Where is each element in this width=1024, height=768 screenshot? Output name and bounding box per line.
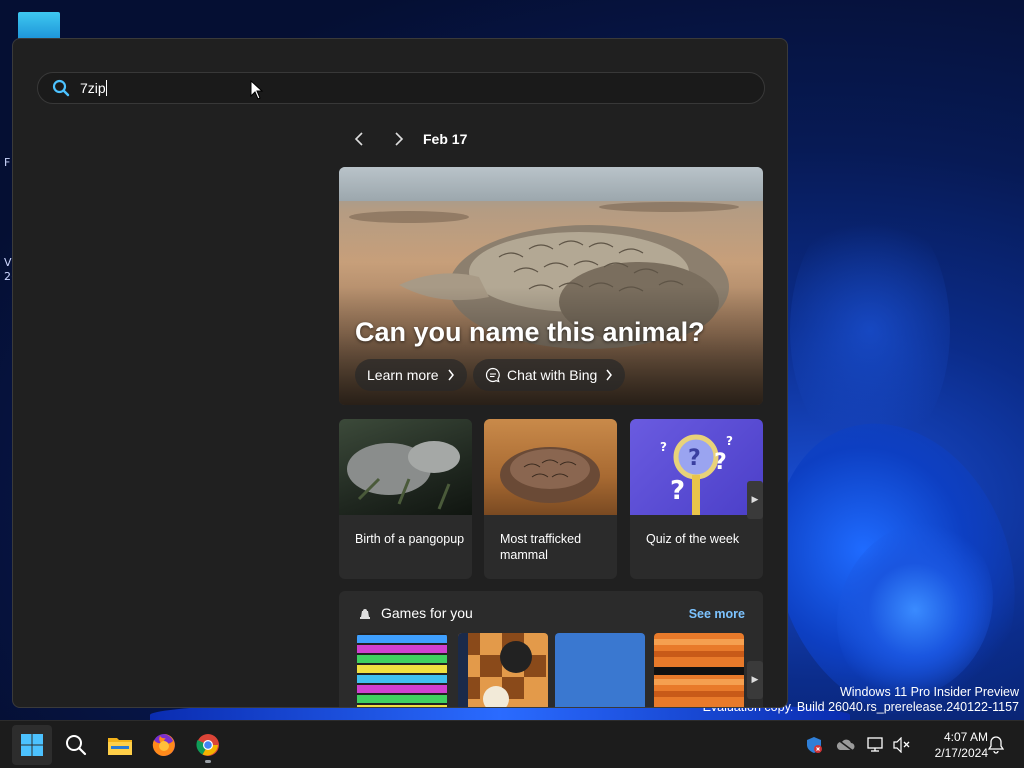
onedrive-icon xyxy=(836,738,855,752)
desktop-label-edge: F xyxy=(4,156,11,169)
notification-bell-icon xyxy=(988,736,1004,754)
defender-icon xyxy=(807,737,822,753)
search-icon xyxy=(66,735,87,756)
svg-text:?: ? xyxy=(688,446,701,471)
hero-title: Can you name this animal? xyxy=(355,317,705,347)
game-tile[interactable] xyxy=(555,633,645,707)
triangle-right-icon: ▶ xyxy=(751,675,759,685)
wallpaper-bloom xyxy=(790,200,950,460)
defender-tray-button[interactable] xyxy=(804,735,824,755)
story-card[interactable]: ? ? ? ? ? Quiz of the week xyxy=(630,419,763,579)
chrome-icon xyxy=(196,734,219,756)
games-icon xyxy=(360,609,370,619)
pangopup-image xyxy=(347,441,460,510)
system-clock[interactable]: 4:07 AM 2/17/2024 xyxy=(916,729,988,761)
volume-tray-button[interactable] xyxy=(892,735,912,755)
chat-icon xyxy=(485,367,500,383)
chevron-left-icon xyxy=(354,132,363,146)
story-card[interactable]: Most trafficked mammal xyxy=(484,419,617,579)
learn-more-label: Learn more xyxy=(367,367,439,383)
game-thumbnail xyxy=(357,633,447,707)
game-thumbnail xyxy=(654,633,744,707)
games-scroll-right-button[interactable]: ▶ xyxy=(747,661,763,699)
learn-more-button[interactable]: Learn more xyxy=(355,359,467,391)
story-cards: Birth of a pangopup Most trafficked mamm… xyxy=(339,419,763,579)
volume-icon xyxy=(893,737,910,753)
story-caption: Most trafficked mammal xyxy=(500,532,582,562)
firefox-button[interactable] xyxy=(144,725,184,765)
see-more-link[interactable]: See more xyxy=(689,607,745,621)
firefox-icon xyxy=(152,734,175,756)
curled-pangolin-image xyxy=(500,447,600,503)
game-thumbnail xyxy=(458,633,548,707)
cards-scroll-right-button[interactable]: ▶ xyxy=(747,481,763,519)
taskbar: 4:07 AM 2/17/2024 xyxy=(0,720,1024,768)
text-caret xyxy=(105,80,107,96)
story-thumbnail xyxy=(339,419,472,515)
search-icon xyxy=(52,79,70,97)
clock-time: 4:07 AM xyxy=(943,730,988,744)
svg-text:?: ? xyxy=(726,434,733,448)
chat-with-bing-label: Chat with Bing xyxy=(507,367,598,383)
mouse-cursor-icon xyxy=(250,80,264,100)
file-explorer-icon xyxy=(108,738,132,755)
chrome-button[interactable] xyxy=(188,725,228,765)
file-explorer-button[interactable] xyxy=(100,725,140,765)
story-caption: Quiz of the week xyxy=(646,532,740,546)
story-thumbnail: ? ? ? ? ? xyxy=(630,419,763,515)
search-panel: 7zip Feb 17 Can you name this animal? Le… xyxy=(12,38,788,708)
svg-text:?: ? xyxy=(670,476,685,506)
next-day-button[interactable] xyxy=(379,127,419,151)
date-label: Feb 17 xyxy=(423,131,468,147)
start-icon xyxy=(21,734,43,756)
story-caption: Birth of a pangopup xyxy=(355,532,465,546)
network-tray-button[interactable] xyxy=(866,735,886,755)
chat-with-bing-button[interactable]: Chat with Bing xyxy=(473,359,626,391)
triangle-right-icon: ▶ xyxy=(751,495,759,505)
taskbar-search-button[interactable] xyxy=(56,725,96,765)
svg-text:?: ? xyxy=(660,440,667,454)
chevron-right-icon xyxy=(448,369,454,381)
desktop-label-edge: V xyxy=(4,256,12,269)
start-button[interactable] xyxy=(12,725,52,765)
search-input[interactable]: 7zip xyxy=(80,80,106,96)
clock-date: 2/17/2024 xyxy=(934,746,988,760)
chevron-right-icon xyxy=(606,369,613,381)
search-box[interactable]: 7zip xyxy=(37,72,765,104)
hero-card[interactable]: Can you name this animal? Learn more Cha… xyxy=(339,167,763,405)
game-tile[interactable] xyxy=(654,633,744,707)
running-indicator xyxy=(205,760,211,763)
notifications-button[interactable] xyxy=(986,735,1006,755)
games-header: Games for you xyxy=(357,605,473,621)
chevron-right-icon xyxy=(395,132,404,146)
onedrive-tray-button[interactable] xyxy=(835,735,855,755)
svg-text:?: ? xyxy=(714,450,727,475)
game-tile[interactable] xyxy=(357,633,447,707)
network-icon xyxy=(867,737,883,752)
date-navigation: Feb 17 xyxy=(339,127,467,151)
story-card[interactable]: Birth of a pangopup xyxy=(339,419,472,579)
quiz-magnifier-image: ? ? ? ? ? xyxy=(660,434,733,515)
previous-day-button[interactable] xyxy=(339,127,379,151)
story-thumbnail xyxy=(484,419,617,515)
games-section: Games for you See more ▶ xyxy=(339,591,763,707)
games-title: Games for you xyxy=(381,605,473,621)
game-tile[interactable] xyxy=(458,633,548,707)
